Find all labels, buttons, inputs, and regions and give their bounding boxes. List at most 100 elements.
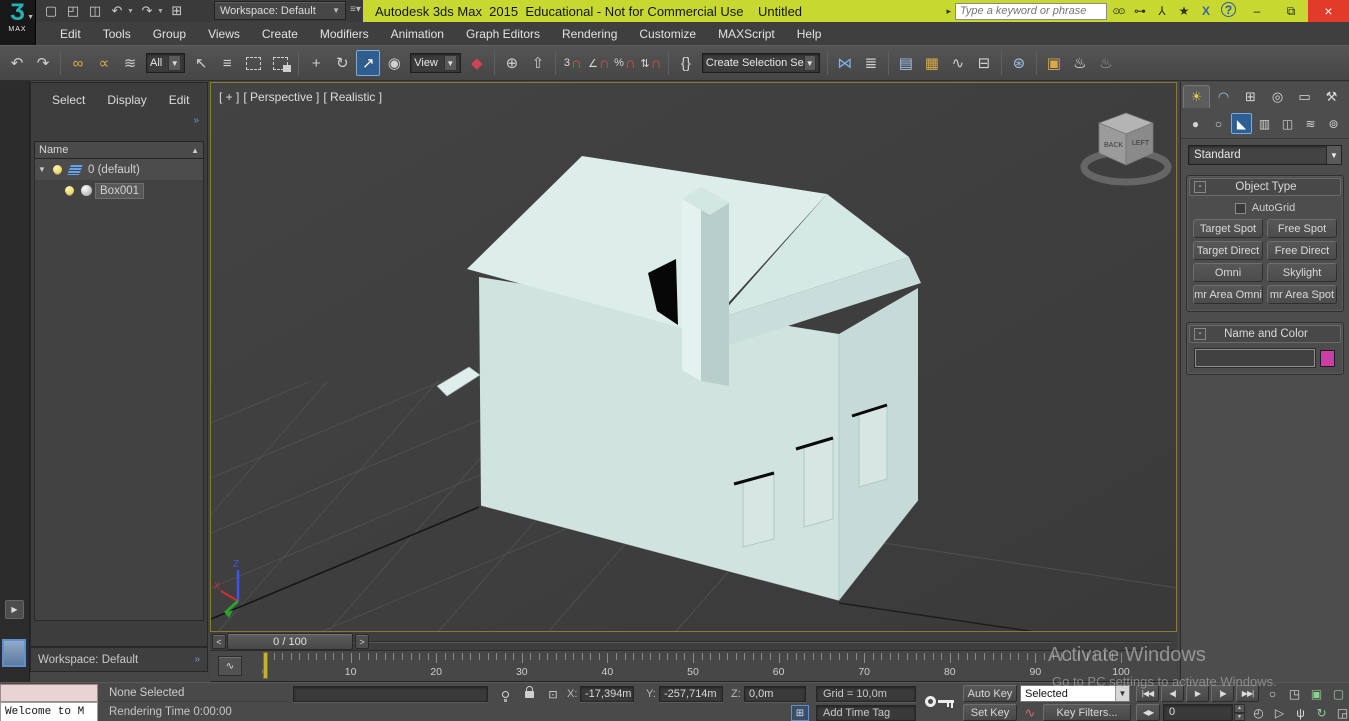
z-coordinate-field[interactable]: 0,0m	[744, 686, 806, 702]
menu-item-maxscript[interactable]: MAXScript	[707, 24, 786, 44]
workspace-status-bar[interactable]: Workspace: Default »	[30, 647, 208, 672]
help-icon[interactable]: ?	[1221, 2, 1236, 17]
object-type-button-skylight[interactable]: Skylight	[1267, 263, 1337, 282]
zoom-extents-button[interactable]: ▣	[1306, 685, 1327, 703]
bind-to-spacewarp-icon[interactable]: ≋	[118, 50, 142, 76]
name-and-color-rollout-header[interactable]: - Name and Color	[1189, 325, 1341, 343]
window-crossing-icon[interactable]	[273, 57, 288, 70]
render-setup-icon[interactable]: ⊛	[1007, 50, 1031, 76]
object-type-button-target-direct[interactable]: Target Direct	[1193, 241, 1263, 260]
zoom-all-button[interactable]: ◳	[1284, 685, 1305, 703]
chevron-down-icon[interactable]: ▼	[127, 8, 134, 15]
maxscript-mini-listener-pink[interactable]	[0, 684, 98, 702]
search-input[interactable]	[955, 3, 1107, 20]
object-type-button-mr-area-spot[interactable]: mr Area Spot	[1267, 285, 1337, 304]
field-of-view-button[interactable]: ▷	[1269, 704, 1290, 721]
zoom-button[interactable]: ○	[1262, 685, 1283, 703]
object-name-field[interactable]	[1195, 349, 1315, 367]
subcat-lights[interactable]: ◣	[1231, 113, 1252, 134]
select-object-icon[interactable]: ↖	[189, 50, 213, 76]
key-filters-curve-icon[interactable]: ∿	[1020, 704, 1040, 721]
auto-key-button[interactable]: Auto Key	[963, 685, 1017, 702]
ribbon-toggle-icon[interactable]: ▦	[920, 50, 944, 76]
project-folder-icon[interactable]: ⊞	[168, 2, 186, 20]
menu-item-tools[interactable]: Tools	[92, 24, 142, 44]
snaps-toggle-3d-icon[interactable]: 3∩	[561, 50, 585, 76]
tab-display[interactable]: ▭	[1291, 85, 1318, 108]
object-type-button-target-spot[interactable]: Target Spot	[1193, 219, 1263, 238]
angle-snap-icon[interactable]: ∠∩	[587, 50, 611, 76]
undo-icon[interactable]: ↶	[108, 2, 126, 20]
maxscript-mini-listener[interactable]: Welcome to M	[0, 702, 98, 721]
toolbar-options-icon[interactable]: ≡▾	[350, 4, 361, 15]
scene-explorer-overflow-chevron[interactable]: »	[193, 115, 199, 126]
name-column-header[interactable]: Name ▲	[34, 141, 204, 159]
zoom-extents-all-button[interactable]: ▢	[1328, 685, 1349, 703]
add-time-tag-field[interactable]: Add Time Tag	[816, 705, 916, 721]
undo-icon[interactable]: ↶	[5, 50, 29, 76]
new-file-icon[interactable]: ▢	[42, 2, 60, 20]
layer-manager-icon[interactable]: ▤	[894, 50, 918, 76]
autogrid-checkbox[interactable]	[1235, 203, 1246, 214]
absolute-mode-transform-icon[interactable]: ⊡	[544, 686, 562, 702]
current-frame-marker[interactable]	[263, 652, 268, 679]
tab-hierarchy[interactable]: ⊞	[1237, 85, 1264, 108]
save-file-icon[interactable]: ◫	[86, 2, 104, 20]
frame-spinner[interactable]: ▲▼	[1234, 704, 1245, 721]
schematic-view-icon[interactable]: ⊟	[972, 50, 996, 76]
key-filters-button[interactable]: Key Filters...	[1043, 704, 1131, 721]
edit-named-selection-sets-icon[interactable]: {}	[674, 50, 698, 76]
set-key-button[interactable]: Set Key	[963, 704, 1017, 721]
align-icon[interactable]: ≣	[859, 50, 883, 76]
selection-set-dropdown[interactable]: Selected ▼	[1020, 685, 1130, 702]
go-to-start-button[interactable]: |◀◀	[1136, 685, 1159, 702]
visibility-bulb-icon[interactable]	[65, 186, 74, 195]
object-color-swatch[interactable]	[1320, 350, 1335, 367]
menu-item-help[interactable]: Help	[786, 24, 833, 44]
track-bar[interactable]: ∿ 0102030405060708090100	[210, 651, 1177, 682]
subcat-cameras[interactable]: ▥	[1254, 113, 1275, 134]
redo-icon[interactable]: ↷	[138, 2, 156, 20]
viewport-layout-tab[interactable]	[2, 639, 26, 667]
sign-in-key-icon[interactable]: ⊶	[1129, 2, 1151, 20]
menu-item-create[interactable]: Create	[251, 24, 309, 44]
explorer-tab-display[interactable]: Display	[98, 91, 155, 109]
tab-create[interactable]: ☀	[1183, 85, 1210, 108]
restore-button[interactable]: ⧉	[1274, 1, 1308, 21]
object-type-button-free-direct[interactable]: Free Direct	[1267, 241, 1337, 260]
minimize-button[interactable]: –	[1240, 1, 1274, 21]
tab-utilities[interactable]: ⚒	[1318, 85, 1345, 108]
select-and-rotate-icon[interactable]: ↻	[330, 50, 354, 76]
use-pivot-point-center-icon[interactable]: ◆	[465, 50, 489, 76]
prompt-line-field[interactable]	[293, 686, 488, 702]
infocenter-expand-icon[interactable]: ▸	[942, 6, 955, 17]
favorites-star-icon[interactable]: ★	[1173, 2, 1195, 20]
exchange-apps-icon[interactable]: X	[1195, 2, 1217, 20]
keyboard-shortcut-override-icon[interactable]: ⇧	[526, 50, 550, 76]
object-type-button-free-spot[interactable]: Free Spot	[1267, 219, 1337, 238]
previous-frame-button[interactable]: ◀|	[1161, 685, 1184, 702]
viewport-pov-menu[interactable]: [ Perspective ]	[243, 90, 319, 104]
rendered-frame-window-icon[interactable]: ▣	[1042, 50, 1066, 76]
object-type-button-omni[interactable]: Omni	[1193, 263, 1263, 282]
expand-arrow-icon[interactable]: ▼	[35, 165, 49, 174]
visibility-bulb-icon[interactable]	[53, 165, 62, 174]
time-configuration-button[interactable]: ◴	[1248, 704, 1269, 721]
isolate-selection-bulb-icon[interactable]	[496, 686, 514, 702]
subcat-systems[interactable]: ⊚	[1323, 113, 1344, 134]
select-by-name-icon[interactable]: ≡	[215, 50, 239, 76]
list-item-layer[interactable]: ▼ 0 (default)	[35, 159, 203, 180]
percent-snap-icon[interactable]: %∩	[613, 50, 637, 76]
pan-view-button[interactable]: ψ	[1290, 704, 1311, 721]
selection-lock-icon[interactable]	[520, 686, 538, 702]
open-mini-curve-editor-button[interactable]: ∿	[218, 656, 242, 676]
view-cube[interactable]: BACK LEFT	[1079, 105, 1174, 187]
menu-item-customize[interactable]: Customize	[628, 24, 707, 44]
current-frame-field[interactable]: 0	[1163, 704, 1233, 721]
select-and-manipulate-icon[interactable]: ⊕	[500, 50, 524, 76]
mirror-icon[interactable]: ⋈	[833, 50, 857, 76]
curve-editor-icon[interactable]: ∿	[946, 50, 970, 76]
reference-coordinate-system-dropdown[interactable]: View▼	[410, 53, 461, 73]
object-type-button-mr-area-omni[interactable]: mr Area Omni	[1193, 285, 1263, 304]
viewport-shading-menu[interactable]: [ Realistic ]	[323, 90, 382, 104]
